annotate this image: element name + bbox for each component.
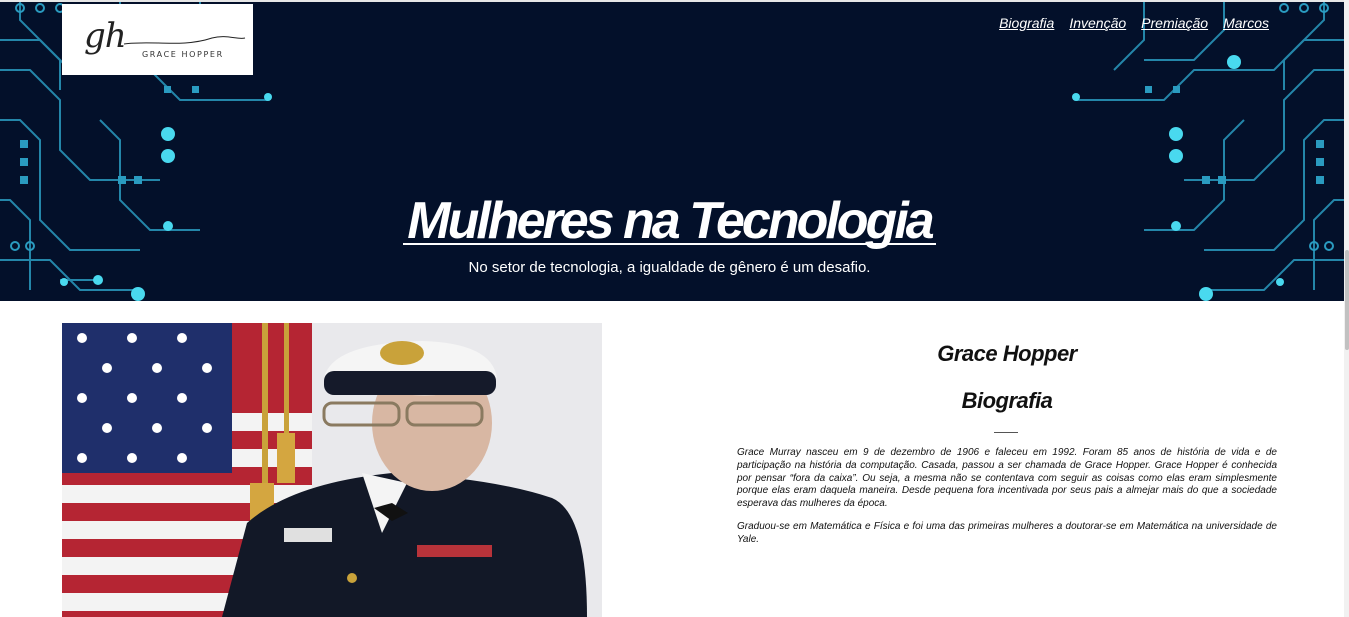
page-scrollbar[interactable] (1344, 0, 1349, 617)
nav-link-biografia[interactable]: Biografia (999, 15, 1054, 31)
hero-banner: gh GRACE HOPPER Biografia Invenção Premi… (0, 0, 1344, 301)
hero-subtitle: No setor de tecnologia, a igualdade de g… (468, 259, 871, 276)
page-top-edge (0, 0, 1349, 2)
bio-divider (994, 432, 1018, 433)
bio-person-name: Grace Hopper (937, 341, 1077, 366)
scrollbar-thumb[interactable] (1345, 250, 1349, 350)
circuit-pattern-right (1072, 0, 1344, 301)
site-logo[interactable]: gh GRACE HOPPER (62, 4, 253, 75)
bio-section-heading: Biografia (961, 388, 1053, 413)
hero-title: Mulheres na Tecnologia (407, 192, 934, 250)
nav-link-marcos[interactable]: Marcos (1223, 15, 1269, 31)
main-nav: Biografia Invenção Premiação Marcos (999, 15, 1269, 31)
logo-swash (123, 36, 246, 45)
bio-paragraph-1: Grace Murray nasceu em 9 de dezembro de … (737, 447, 1277, 510)
hero-title-underline (403, 243, 936, 245)
logo-monogram: gh (84, 16, 127, 56)
nav-link-premiacao[interactable]: Premiação (1141, 15, 1208, 31)
nav-link-invencao[interactable]: Invenção (1069, 15, 1126, 31)
grace-hopper-portrait (62, 323, 602, 617)
logo-name: GRACE HOPPER (142, 50, 224, 59)
bio-paragraph-2: Graduou-se em Matemática e Física e foi … (737, 521, 1277, 545)
